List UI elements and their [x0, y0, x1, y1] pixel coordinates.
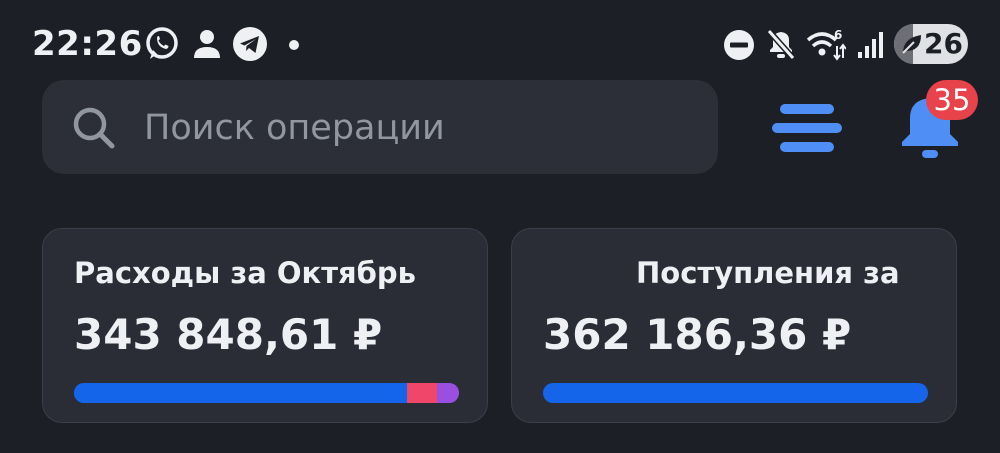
income-breakdown-bar — [543, 383, 928, 403]
svg-text:6: 6 — [834, 28, 842, 42]
expenses-breakdown-bar — [74, 383, 459, 403]
status-bar: 22:26 6 26 — [0, 0, 1000, 80]
bar-segment — [407, 383, 438, 403]
whatsapp-icon — [146, 27, 178, 59]
income-amount: 362 186,36 ₽ — [543, 310, 852, 359]
expenses-card[interactable]: Расходы за Октябрь 343 848,61 ₽ — [42, 228, 488, 423]
filter-button[interactable] — [772, 100, 842, 156]
search-icon — [73, 107, 115, 149]
bar-segment — [543, 383, 928, 403]
bar-segment — [437, 383, 459, 403]
dot-icon — [289, 40, 299, 50]
muted-icon — [766, 29, 796, 60]
title-fade-overlay — [896, 249, 956, 299]
finance-screen: 22:26 6 26 Поиск операции 35 Расходы за … — [0, 0, 1000, 453]
income-title: Поступления за — [636, 256, 900, 290]
wifi-icon: 6 — [806, 28, 846, 61]
search-input[interactable] — [142, 100, 706, 156]
battery-saver-icon — [902, 35, 921, 54]
do-not-disturb-icon — [724, 30, 754, 60]
expenses-amount: 343 848,61 ₽ — [74, 310, 383, 359]
telegram-icon — [233, 27, 267, 61]
income-card[interactable]: Поступления за 362 186,36 ₽ — [511, 228, 957, 423]
expenses-title: Расходы за Октябрь — [74, 256, 417, 290]
person-icon — [194, 30, 220, 58]
bar-segment — [74, 383, 408, 403]
search-bar[interactable] — [42, 80, 718, 174]
notification-badge: 35 — [926, 80, 978, 120]
battery-indicator: 26 — [894, 24, 968, 64]
battery-percent: 26 — [924, 27, 963, 60]
signal-icon — [858, 32, 883, 58]
status-time: 22:26 — [32, 24, 143, 64]
